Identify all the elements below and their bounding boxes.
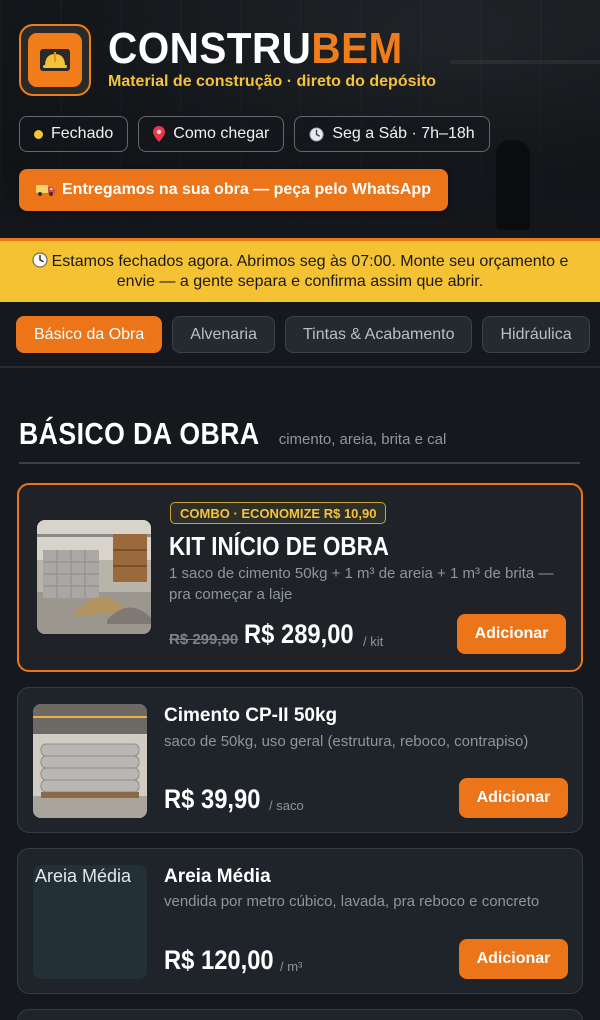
product-title: KIT INÍCIO DE OBRA	[169, 531, 389, 561]
status-dot-icon	[34, 129, 43, 139]
opening-hours-chip: Seg a Sáb · 7h–18h	[294, 116, 490, 152]
add-to-cart-button[interactable]: Adicionar	[459, 939, 568, 979]
product-description: 1 saco de cimento 50kg + 1 m³ de areia +…	[169, 565, 554, 603]
add-to-cart-button[interactable]: Adicionar	[459, 778, 568, 818]
product-image-kit	[37, 520, 151, 634]
product-price: R$ 120,00	[164, 945, 274, 975]
product-card-next	[17, 1009, 583, 1020]
product-title: Areia Média	[164, 866, 271, 887]
whatsapp-delivery-button[interactable]: Entregamos na sua obra — peça pelo Whats…	[19, 169, 448, 211]
product-old-price: R$ 299,90	[169, 631, 239, 648]
hero-header: CONSTRUBEM Material de construção · dire…	[0, 0, 600, 238]
section-subtitle: cimento, areia, brita e cal	[278, 431, 447, 448]
section-divider	[19, 462, 580, 464]
product-card-kit-inicio-obra: COMBO · ECONOMIZE R$ 10,90 KIT INÍCIO DE…	[17, 483, 583, 672]
tab-tintas-acabamento[interactable]: Tintas & Acabamento	[284, 316, 473, 353]
product-price: R$ 39,90	[164, 784, 261, 814]
product-unit: / m³	[280, 959, 303, 974]
brand-tagline: Material de construção · direto do depós…	[108, 73, 437, 90]
product-title: Cimento CP-II 50kg	[164, 705, 338, 726]
directions-chip[interactable]: Como chegar	[138, 116, 285, 152]
product-description: vendida por metro cúbico, lavada, pra re…	[164, 893, 540, 910]
brand-name: CONSTRUBEM	[108, 24, 403, 74]
product-card-cimento: Cimento CP-II 50kg saco de 50kg, uso ger…	[17, 687, 583, 833]
clock-icon	[32, 252, 48, 267]
category-tabs: Básico da Obra Alvenaria Tintas & Acabam…	[16, 316, 590, 353]
combo-savings-badge: COMBO · ECONOMIZE R$ 10,90	[170, 502, 387, 524]
header-chips: Fechado Como chegar Seg a Sáb · 7h–18h	[19, 116, 490, 152]
product-description: saco de 50kg, uso geral (estrutura, rebo…	[164, 733, 529, 750]
section-header: BÁSICO DA OBRA cimento, areia, brita e c…	[19, 416, 446, 452]
directions-label: Como chegar	[173, 125, 270, 142]
tab-hidraulica[interactable]: Hidráulica	[482, 316, 590, 353]
brand-name-part1: CONSTRU	[108, 24, 312, 73]
tab-basico-da-obra[interactable]: Básico da Obra	[16, 316, 163, 353]
product-price: R$ 289,00	[244, 619, 354, 649]
product-card-areia: Areia Média Areia Média vendida por metr…	[17, 848, 583, 994]
product-image-alt-text: Areia Média	[35, 866, 132, 886]
store-status-label: Fechado	[51, 125, 114, 142]
store-closed-banner: Estamos fechados agora. Abrimos seg às 0…	[0, 238, 600, 302]
section-title: BÁSICO DA OBRA	[19, 416, 260, 451]
hard-hat-icon	[28, 33, 82, 87]
clock-icon	[309, 126, 324, 142]
add-to-cart-button[interactable]: Adicionar	[457, 614, 566, 654]
product-unit: / kit	[363, 634, 384, 649]
product-image-areia: Areia Média	[33, 865, 147, 979]
tab-alvenaria[interactable]: Alvenaria	[172, 316, 275, 353]
brand-name-part2: BEM	[311, 24, 403, 73]
store-closed-message: Estamos fechados agora. Abrimos seg às 0…	[51, 252, 569, 290]
opening-hours-label: Seg a Sáb · 7h–18h	[332, 125, 475, 142]
brand-logo[interactable]	[19, 24, 91, 96]
tabs-divider	[0, 366, 600, 368]
background-shelf	[450, 60, 600, 64]
whatsapp-button-label: Entregamos na sua obra — peça pelo Whats…	[62, 181, 431, 198]
background-worker-silhouette	[496, 140, 530, 230]
delivery-truck-icon	[36, 185, 55, 196]
store-status-chip: Fechado	[19, 116, 129, 152]
product-image-cimento	[33, 704, 147, 818]
map-pin-icon	[153, 126, 166, 142]
product-unit: / saco	[269, 798, 304, 813]
